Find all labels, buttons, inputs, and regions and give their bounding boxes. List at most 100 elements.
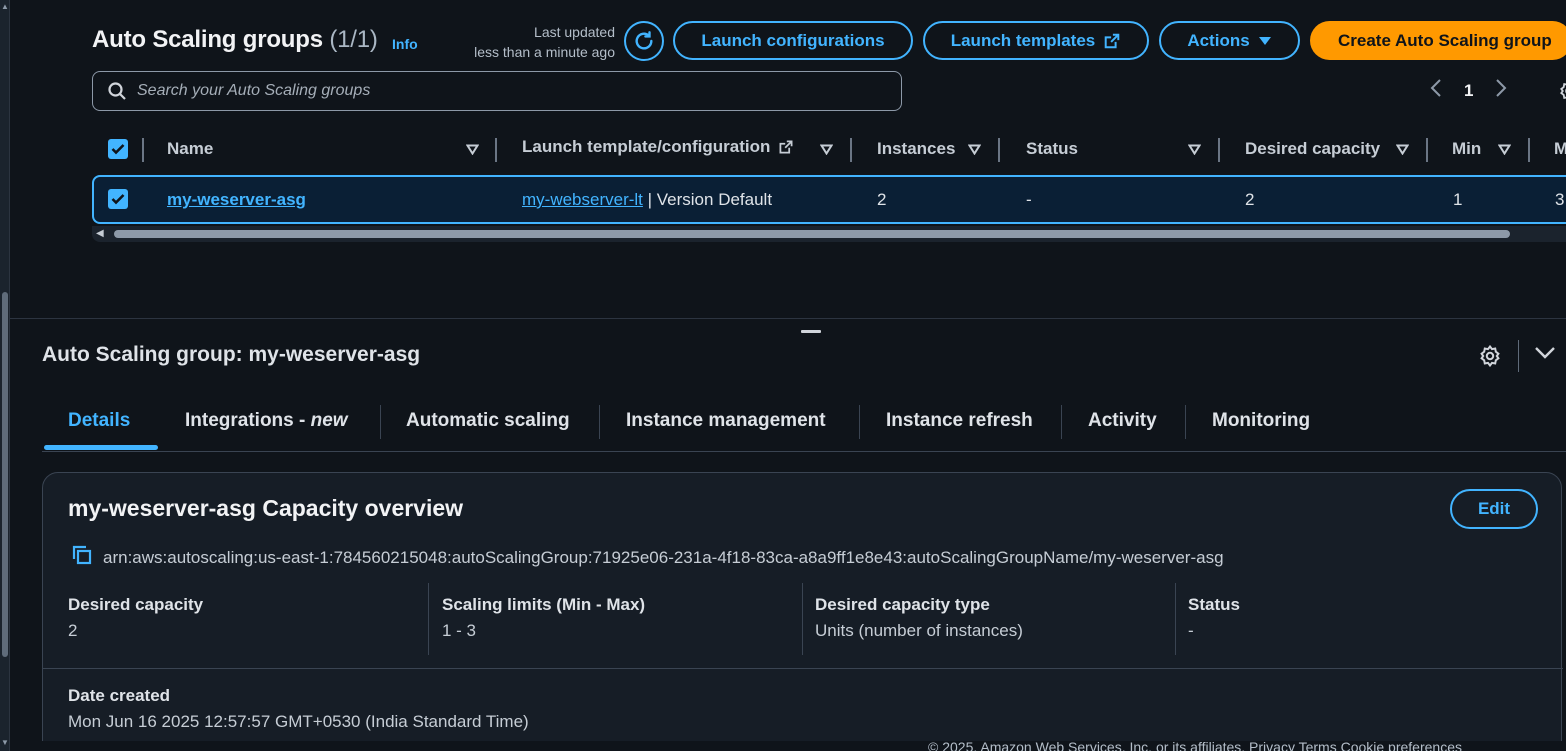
column-separator[interactable] bbox=[1218, 138, 1220, 162]
previous-page-icon[interactable] bbox=[1430, 78, 1442, 104]
tab-automatic-scaling[interactable]: Automatic scaling bbox=[406, 410, 570, 432]
date-created-label: Date created bbox=[68, 686, 171, 705]
column-header-status[interactable]: Status bbox=[1026, 132, 1078, 166]
row-checkbox[interactable] bbox=[108, 189, 128, 209]
sort-caret-down-icon[interactable] bbox=[820, 132, 833, 166]
scaling-limits-field: Scaling limits (Min - Max) 1 - 3 bbox=[442, 595, 645, 641]
desired-capacity-type-label: Desired capacity type bbox=[815, 595, 990, 614]
sort-caret-down-icon[interactable] bbox=[1396, 132, 1409, 166]
page-title-text: Auto Scaling groups bbox=[92, 26, 323, 53]
column-separator[interactable] bbox=[998, 138, 1000, 162]
tab-separator bbox=[1185, 405, 1186, 439]
column-header-launch-template[interactable]: Launch template/configuration bbox=[522, 130, 794, 164]
sort-caret-down-icon[interactable] bbox=[968, 132, 981, 166]
edit-button[interactable]: Edit bbox=[1450, 489, 1538, 529]
status-field: Status - bbox=[1188, 595, 1240, 641]
panel-settings-gear-icon[interactable] bbox=[1478, 344, 1502, 373]
column-separator[interactable] bbox=[142, 138, 144, 162]
search-input[interactable] bbox=[137, 82, 837, 100]
column-header-name-label: Name bbox=[167, 139, 214, 158]
group-count: (1/1) bbox=[329, 26, 378, 53]
details-tabs: Details Integrations - new Automatic sca… bbox=[42, 400, 1566, 452]
asg-name-link[interactable]: my-weserver-asg bbox=[167, 190, 306, 209]
sort-caret-down-icon[interactable] bbox=[1188, 132, 1201, 166]
last-updated-value: less than a minute ago bbox=[474, 44, 615, 60]
scaling-limits-value: 1 - 3 bbox=[442, 621, 477, 640]
tab-separator bbox=[1061, 405, 1062, 439]
tab-instance-management[interactable]: Instance management bbox=[626, 410, 826, 432]
desired-capacity-field: Desired capacity 2 bbox=[68, 595, 203, 641]
tab-separator bbox=[599, 405, 600, 439]
table-preferences-gear-icon[interactable] bbox=[1558, 80, 1566, 108]
copy-icon[interactable] bbox=[71, 544, 93, 571]
scroll-left-arrow-icon[interactable]: ◀ bbox=[96, 228, 104, 239]
sort-caret-down-icon[interactable] bbox=[1498, 132, 1511, 166]
column-header-max-label: M bbox=[1554, 139, 1566, 158]
date-created-field: Date created Mon Jun 16 2025 12:57:57 GM… bbox=[68, 686, 529, 732]
launch-template-link[interactable]: my-webserver-lt bbox=[522, 190, 643, 209]
tab-activity[interactable]: Activity bbox=[1088, 410, 1157, 432]
column-separator[interactable] bbox=[850, 138, 852, 162]
collapse-panel-chevron-down-icon[interactable] bbox=[1534, 346, 1556, 365]
actions-label: Actions bbox=[1187, 30, 1250, 50]
tab-separator bbox=[859, 405, 860, 439]
tab-monitoring[interactable]: Monitoring bbox=[1212, 410, 1310, 432]
row-desired-capacity-cell: 2 bbox=[1245, 190, 1255, 209]
row-instances-cell: 2 bbox=[877, 190, 887, 209]
table-horizontal-scrollbar[interactable]: ◀ bbox=[92, 226, 1566, 242]
asg-list-section: Auto Scaling groups (1/1) Info Last upda… bbox=[10, 0, 1566, 318]
tab-integrations-new-badge: new bbox=[310, 410, 348, 431]
create-auto-scaling-group-button[interactable]: Create Auto Scaling group bbox=[1310, 21, 1566, 60]
field-separator bbox=[802, 583, 803, 655]
checkmark-icon bbox=[111, 144, 125, 155]
row-launch-template-cell: my-webserver-lt | Version Default bbox=[522, 190, 772, 210]
next-page-icon[interactable] bbox=[1495, 78, 1507, 104]
column-separator[interactable] bbox=[1528, 138, 1530, 162]
tab-integrations-label: Integrations - bbox=[185, 410, 311, 431]
column-header-instances[interactable]: Instances bbox=[877, 132, 955, 166]
arn-row: arn:aws:autoscaling:us-east-1:7845602150… bbox=[71, 544, 1224, 571]
split-panel-divider bbox=[10, 318, 1566, 319]
horizontal-scrollbar-thumb[interactable] bbox=[114, 230, 1510, 238]
checkmark-icon bbox=[111, 194, 125, 205]
refresh-button[interactable] bbox=[624, 21, 664, 61]
column-header-name[interactable]: Name bbox=[167, 132, 213, 166]
refresh-icon bbox=[635, 31, 653, 50]
scaling-limits-label: Scaling limits (Min - Max) bbox=[442, 595, 646, 614]
arn-value: arn:aws:autoscaling:us-east-1:7845602150… bbox=[103, 547, 1224, 567]
page-title: Auto Scaling groups (1/1) bbox=[92, 26, 378, 54]
desired-capacity-type-value: Units (number of instances) bbox=[815, 621, 1023, 640]
page-vertical-scrollbar[interactable]: ▲ ▼ bbox=[0, 0, 10, 751]
external-link-icon bbox=[1104, 33, 1120, 48]
launch-configurations-label: Launch configurations bbox=[701, 30, 885, 50]
footer-text: © 2025, Amazon Web Services, Inc. or its… bbox=[928, 741, 1462, 751]
scroll-down-arrow-icon[interactable]: ▼ bbox=[1, 738, 9, 747]
current-page-number[interactable]: 1 bbox=[1464, 81, 1473, 101]
scrollbar-thumb[interactable] bbox=[2, 292, 8, 657]
split-panel-drag-handle[interactable] bbox=[801, 330, 821, 333]
row-max-cell: 3 bbox=[1555, 190, 1565, 209]
column-header-desired-capacity[interactable]: Desired capacity bbox=[1245, 132, 1380, 166]
launch-configurations-button[interactable]: Launch configurations bbox=[673, 21, 913, 60]
column-separator[interactable] bbox=[1426, 138, 1428, 162]
card-divider bbox=[43, 668, 1563, 669]
actions-dropdown-button[interactable]: Actions bbox=[1159, 21, 1300, 60]
scroll-up-arrow-icon[interactable]: ▲ bbox=[1, 2, 9, 11]
select-all-checkbox[interactable] bbox=[108, 132, 128, 166]
launch-templates-button[interactable]: Launch templates bbox=[923, 21, 1149, 60]
edit-button-label: Edit bbox=[1477, 499, 1511, 518]
tab-separator bbox=[380, 405, 381, 439]
tab-details[interactable]: Details bbox=[68, 410, 130, 432]
launch-template-version: | Version Default bbox=[642, 190, 773, 209]
column-header-min[interactable]: Min bbox=[1452, 132, 1481, 166]
sort-caret-down-icon[interactable] bbox=[466, 132, 479, 166]
launch-templates-label: Launch templates bbox=[950, 30, 1096, 50]
search-bar[interactable] bbox=[92, 71, 902, 111]
column-separator[interactable] bbox=[495, 138, 497, 162]
table-row[interactable]: my-weserver-asg my-webserver-lt | Versio… bbox=[92, 175, 1566, 224]
tab-instance-refresh[interactable]: Instance refresh bbox=[886, 410, 1033, 432]
info-link[interactable]: Info bbox=[392, 36, 418, 52]
column-header-max[interactable]: M bbox=[1554, 132, 1566, 166]
status-value: - bbox=[1188, 621, 1194, 640]
tab-integrations[interactable]: Integrations - new bbox=[185, 410, 348, 432]
